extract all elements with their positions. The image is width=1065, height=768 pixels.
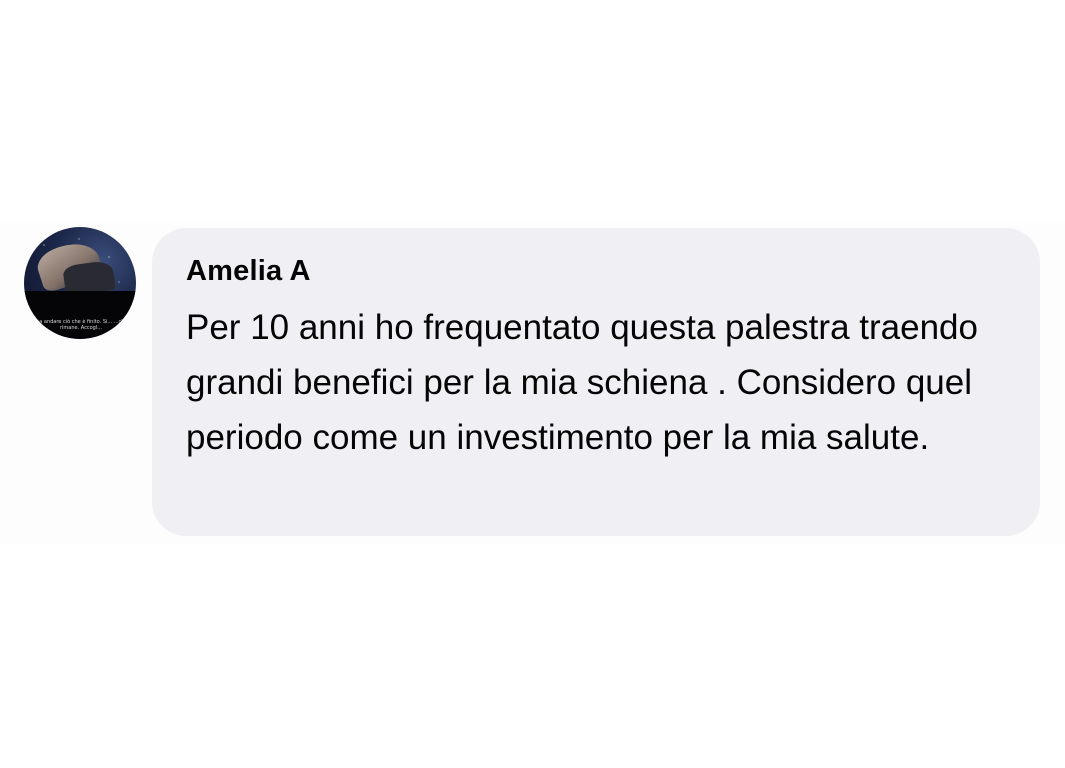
avatar-caption: ...a andare ciò che è finito. Si... ...c… [34, 319, 128, 331]
avatar[interactable]: ...a andare ciò che è finito. Si... ...c… [24, 227, 136, 339]
avatar-caption-band [24, 291, 136, 339]
comment-author[interactable]: Amelia A [186, 252, 1006, 290]
comment-bubble[interactable]: Amelia A Per 10 anni ho frequentato ques… [152, 228, 1040, 536]
comment-text: Per 10 anni ho frequentato questa palest… [186, 308, 978, 457]
